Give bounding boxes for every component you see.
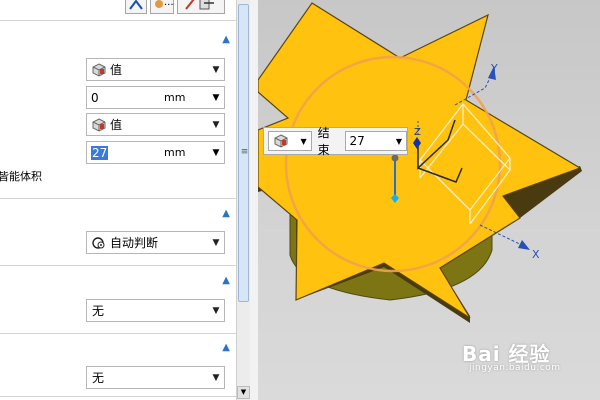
value-cube-icon [274,134,288,148]
section-divider [0,198,236,199]
direction-arrow-icon [129,0,143,10]
scrollbar-thumb[interactable]: ≡ [238,4,249,302]
x-axis-label: X [532,248,540,261]
value-cube-icon [92,117,106,132]
start-distance-value: 0 [91,90,99,105]
start-distance-unit: mm [164,91,186,104]
chevron-down-icon: ▼ [300,136,307,146]
chevron-down-icon: ▼ [212,372,220,383]
end-type-select[interactable]: 值 ▼ [86,113,225,136]
z-axis-label: Z [414,127,421,138]
end-distance-input[interactable]: 27 mm ▼ [86,141,225,164]
section-divider [0,396,236,397]
boolean-select[interactable]: 自动判断 ▼ [86,231,225,254]
chevron-down-icon: ▼ [212,237,220,248]
collapse-limits-icon[interactable]: ▲ [222,34,230,45]
section-divider [0,265,236,266]
watermark-url: jingyan.baidu.com [469,363,561,373]
chevron-down-icon: ▼ [395,136,403,146]
chevron-down-icon: ▼ [212,305,220,316]
dynamic-input-label: 结束 [317,126,330,157]
section-divider [0,20,236,21]
star-top-face [258,2,582,319]
reverse-direction-button[interactable] [177,0,225,14]
x-arrow-head [518,240,530,250]
extrude-handle-knob [391,154,399,162]
panel-scrollbar[interactable]: ≡ ▼ [236,0,250,400]
extrude-dialog-panel: ... ▲ 值 ▼ 0 mm ▼ 值 ▼ 27 mm ▼ 皆能体积 ▲ 自动判断… [0,0,236,400]
collapse-offset-icon[interactable]: ▲ [222,342,230,353]
start-type-select[interactable]: 值 ▼ [86,58,225,81]
boolean-infer-icon [92,236,105,249]
draft-value: 无 [92,304,105,318]
scroll-down-button[interactable]: ▼ [237,386,250,399]
reverse-direction-icon [185,0,214,10]
value-cube-icon [92,62,106,77]
baidu-jingyan-watermark: Bai 经验 jingyan.baidu.com [462,338,560,373]
color-button[interactable]: ... [150,0,174,14]
offset-select[interactable]: 无 ▼ [86,366,225,389]
collapse-boolean-icon[interactable]: ▲ [222,208,230,219]
scroll-grip-icon: ≡ [240,147,249,157]
chevron-down-icon: ▼ [212,64,220,75]
offset-value: 无 [92,371,105,385]
open-profile-option-label: 皆能体积 [0,170,42,183]
dynamic-end-value-input[interactable]: 27 ▼ [345,131,407,151]
y-axis-label: Y [490,62,498,75]
chevron-down-icon: ▼ [212,119,220,130]
collapse-draft-icon[interactable]: ▲ [222,275,230,286]
start-type-value: 值 [110,63,123,77]
boolean-value: 自动判断 [110,236,159,250]
chevron-down-icon[interactable]: ▼ [208,93,224,103]
end-type-value: 值 [110,118,123,132]
dynamic-end-value: 27 [349,134,365,148]
chevron-down-icon[interactable]: ▼ [208,148,224,158]
dynamic-type-select[interactable]: ▼ [268,131,312,151]
start-distance-input[interactable]: 0 mm ▼ [86,86,225,109]
draft-select[interactable]: 无 ▼ [86,299,225,322]
section-divider [0,333,236,334]
dynamic-input-box: ▼ 结束 27 ▼ [263,126,408,157]
direction-button[interactable] [125,0,147,14]
splitter-gutter [250,0,258,400]
color-button-label: ... [164,0,174,8]
end-distance-value: 27 [91,145,109,160]
end-distance-unit: mm [164,146,186,159]
